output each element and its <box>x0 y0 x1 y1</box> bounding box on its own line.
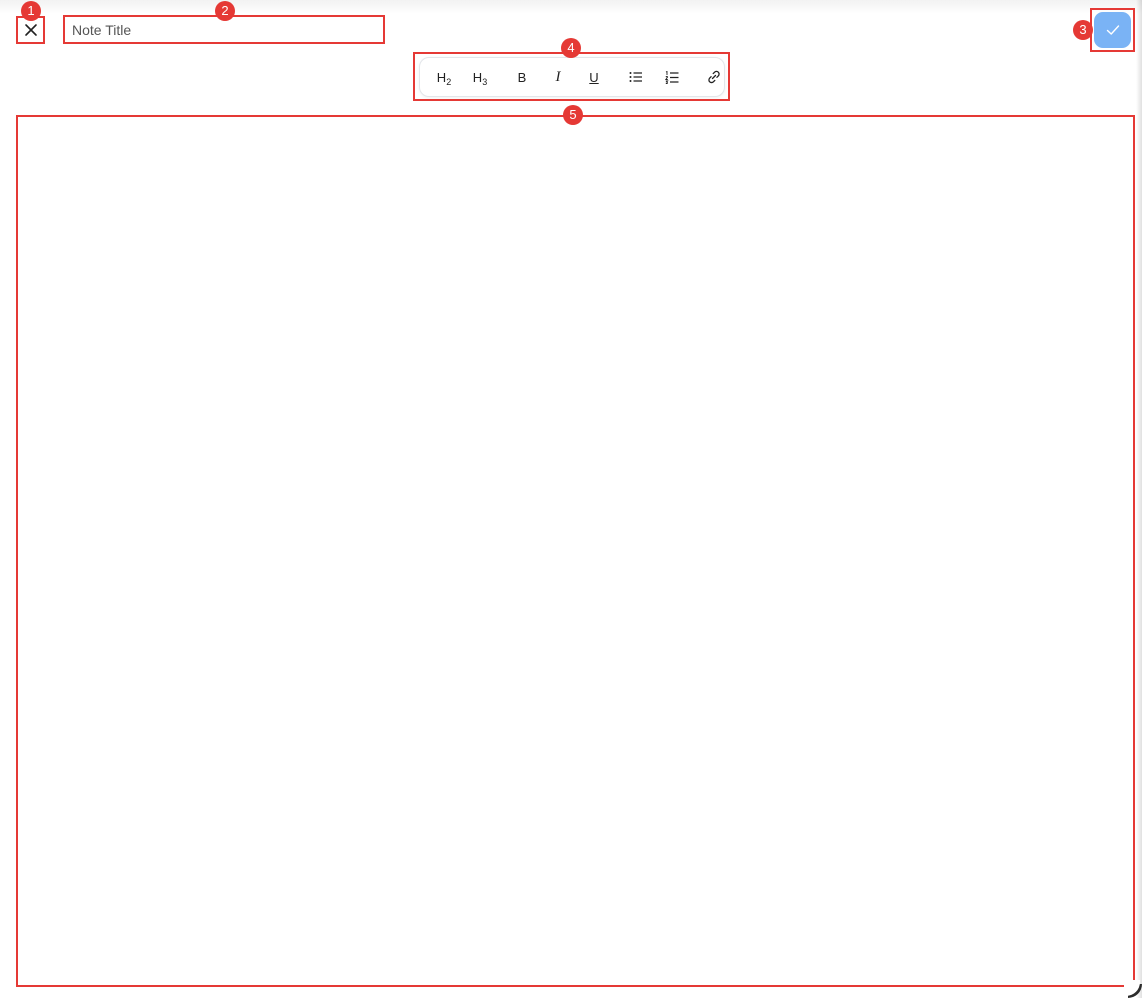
note-editor-page: H2 H3 B I U <box>0 0 1142 998</box>
annotation-badge-1: 1 <box>21 1 41 21</box>
annotation-badge-2: 2 <box>215 1 235 21</box>
right-edge-shadow <box>1136 0 1142 998</box>
annotation-badge-5: 5 <box>563 105 583 125</box>
annotation-badge-3: 3 <box>1073 20 1093 40</box>
annotation-badge-4: 4 <box>561 38 581 58</box>
annotation-box-3 <box>1090 8 1135 52</box>
top-shadow <box>0 0 1142 14</box>
annotation-box-5 <box>16 115 1135 987</box>
annotation-box-4 <box>413 52 730 101</box>
